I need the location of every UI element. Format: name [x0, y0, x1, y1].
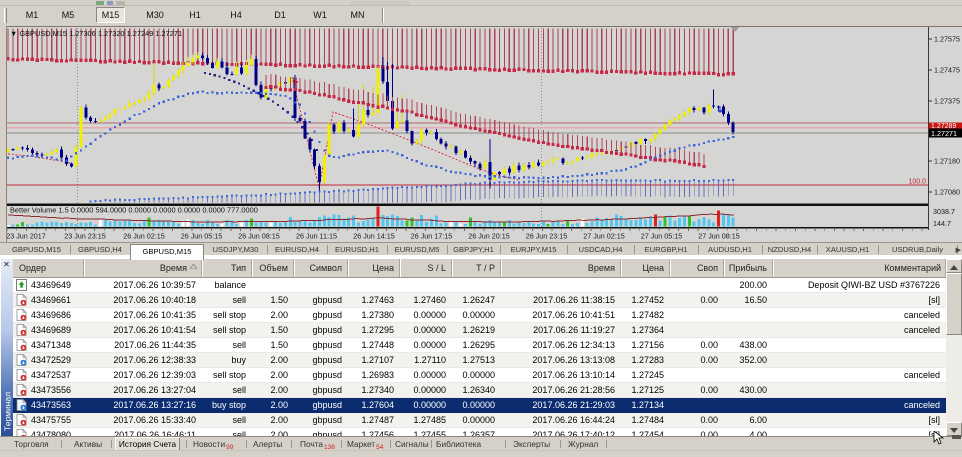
svg-text:26 Jun 23:15: 26 Jun 23:15	[526, 232, 568, 241]
svg-text:26 Jun 20:15: 26 Jun 20:15	[468, 232, 510, 241]
svg-text:Better Volume 1.5 0.0000 594.0: Better Volume 1.5 0.0000 594.0000 0.0000…	[10, 206, 258, 215]
svg-text:26 Jun 08:15: 26 Jun 08:15	[238, 232, 280, 241]
svg-text:27 Jun 02:15: 27 Jun 02:15	[583, 232, 625, 241]
svg-text:1.27475: 1.27475	[934, 66, 960, 75]
svg-text:1.27080: 1.27080	[934, 188, 960, 197]
svg-text:23 Jun 23:15: 23 Jun 23:15	[64, 232, 106, 241]
svg-text:3038.7: 3038.7	[933, 207, 955, 216]
svg-text:27 Jun 05:15: 27 Jun 05:15	[641, 232, 683, 241]
svg-text:26 Jun 05:15: 26 Jun 05:15	[181, 232, 223, 241]
svg-text:1.27271: 1.27271	[931, 129, 957, 138]
svg-text:▼ GBPUSD,M15 1.27306 1.27320: ▼ GBPUSD,M15 1.27306 1.27320 1.27249 1.2…	[10, 29, 182, 38]
svg-text:26 Jun 14:15: 26 Jun 14:15	[353, 232, 395, 241]
svg-text:26 Jun 02:15: 26 Jun 02:15	[123, 232, 165, 241]
svg-text:Терминал: Терминал	[3, 392, 13, 431]
svg-text:23 Jun 2017: 23 Jun 2017	[6, 232, 46, 241]
svg-text:26 Jun 17:15: 26 Jun 17:15	[411, 232, 453, 241]
svg-text:26 Jun 11:15: 26 Jun 11:15	[296, 232, 337, 241]
svg-text:144.7: 144.7	[933, 219, 951, 228]
svg-text:27 Jun 08:15: 27 Jun 08:15	[698, 232, 740, 241]
svg-text:100.0: 100.0	[908, 179, 926, 186]
svg-text:1.27575: 1.27575	[934, 35, 960, 44]
svg-text:1.27375: 1.27375	[934, 97, 960, 106]
svg-text:1.27180: 1.27180	[934, 157, 960, 166]
